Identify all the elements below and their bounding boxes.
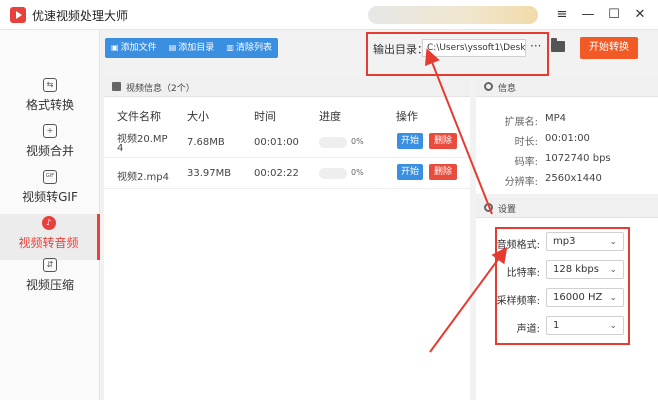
swap-icon: ⇆ [43, 78, 57, 92]
app-title: 优速视频处理大师 [32, 9, 129, 23]
maximize-button[interactable]: ☐ [604, 5, 624, 25]
start-button[interactable]: 开始 [397, 133, 423, 149]
sidebar-item-label: 视频压缩 [25, 278, 74, 292]
sidebar-item-label: 视频转音频 [18, 236, 79, 250]
file-name: 视频20.MP [117, 134, 168, 145]
info-resolution-value: 2560x1440 [545, 173, 602, 184]
column-header-progress: 进度 [319, 110, 341, 123]
audio-format-select[interactable]: mp3 ⌄ [546, 232, 624, 251]
menu-icon[interactable]: ≡ [552, 5, 572, 25]
title-bar: 优速视频处理大师 ≡ — ☐ ✕ [0, 0, 658, 30]
file-panel-header: 视频信息（2个） [104, 77, 470, 97]
blurred-header-region [368, 6, 538, 24]
output-dir-label: 输出目录： [373, 43, 428, 56]
sample-rate-select[interactable]: 16000 HZ ⌄ [546, 288, 624, 307]
delete-button[interactable]: 删除 [429, 164, 457, 180]
delete-button[interactable]: 删除 [429, 133, 457, 149]
channel-value: 1 [553, 320, 560, 331]
close-button[interactable]: ✕ [630, 5, 650, 25]
info-panel-header: 信息 [476, 77, 658, 97]
sidebar-item-video-to-audio[interactable]: ♪ 视频转音频 [0, 214, 100, 260]
progress-percent: 0% [351, 168, 364, 177]
add-file-label: 添加文件 [120, 43, 157, 53]
table-row[interactable]: 视频2.mp4 33.97MB 00:02:22 0% 开始 删除 [104, 158, 470, 189]
file-duration: 00:02:22 [254, 168, 299, 179]
add-file-icon: ▣ [111, 43, 119, 52]
column-header-time: 时间 [254, 110, 276, 123]
clear-list-button[interactable]: ▥ 清除列表 [220, 38, 278, 58]
start-button[interactable]: 开始 [397, 164, 423, 180]
info-ext-label: 扩展名: [504, 117, 538, 128]
column-header-size: 大小 [187, 110, 209, 123]
bitrate-value: 128 kbps [553, 264, 599, 275]
image-icon [112, 82, 121, 91]
sample-rate-label: 采样频率: [496, 296, 540, 307]
trash-icon: ▥ [226, 43, 234, 52]
sidebar-item-label: 视频合并 [25, 144, 74, 158]
file-name: 视频2.mp4 [117, 172, 169, 183]
gear-icon [484, 82, 493, 91]
progress-bar [319, 137, 347, 148]
bitrate-label: 比特率: [506, 268, 540, 279]
clear-list-label: 清除列表 [235, 43, 272, 53]
file-name-continued: 4 [117, 143, 124, 154]
output-dir-input[interactable]: C:\Users\yssoft1\Desktop [422, 39, 526, 57]
sample-rate-value: 16000 HZ [553, 292, 603, 303]
chevron-down-icon: ⌄ [609, 265, 617, 275]
merge-icon: + [43, 124, 57, 138]
add-directory-button[interactable]: ▤ 添加目录 [163, 38, 221, 58]
audio-format-value: mp3 [553, 236, 576, 247]
gear-icon [484, 203, 493, 212]
file-size: 33.97MB [187, 168, 232, 179]
audio-format-label: 音频格式: [496, 240, 540, 251]
add-directory-label: 添加目录 [178, 43, 215, 53]
start-convert-button[interactable]: 开始转换 [580, 37, 638, 59]
file-duration: 00:01:00 [254, 137, 299, 148]
sidebar: ⇆ 格式转换 + 视频合并 GIF 视频转GIF ♪ 视频转音频 ⇵ 视频压缩 [0, 30, 100, 400]
table-row[interactable]: 视频20.MP 4 7.68MB 00:01:00 0% 开始 删除 [104, 127, 470, 158]
more-options-button[interactable]: ··· [530, 39, 541, 53]
add-file-button[interactable]: ▣ 添加文件 [105, 38, 163, 58]
column-header-name: 文件名称 [117, 110, 161, 123]
info-resolution-label: 分辨率: [504, 177, 538, 188]
bitrate-select[interactable]: 128 kbps ⌄ [546, 260, 624, 279]
sidebar-item-label: 视频转GIF [22, 190, 78, 204]
settings-panel-header: 设置 [476, 198, 658, 218]
info-ext-value: MP4 [545, 113, 567, 124]
audio-icon: ♪ [41, 216, 56, 230]
file-toolbar: ▣ 添加文件 ▤ 添加目录 ▥ 清除列表 [105, 38, 278, 58]
sidebar-item-video-compress[interactable]: ⇵ 视频压缩 [0, 256, 100, 302]
file-size: 7.68MB [187, 137, 225, 148]
channel-label: 声道: [516, 324, 540, 335]
sidebar-item-video-merge[interactable]: + 视频合并 [0, 122, 100, 168]
chevron-down-icon: ⌄ [609, 237, 617, 247]
chevron-down-icon: ⌄ [609, 321, 617, 331]
add-folder-icon: ▤ [168, 43, 177, 52]
info-duration-value: 00:01:00 [545, 133, 590, 144]
app-logo-icon [10, 7, 26, 23]
gif-icon: GIF [43, 170, 57, 184]
compress-icon: ⇵ [43, 258, 57, 272]
sidebar-item-label: 格式转换 [25, 98, 74, 112]
info-bitrate-value: 1072740 bps [545, 153, 611, 164]
info-bitrate-label: 码率: [514, 157, 538, 168]
chevron-down-icon: ⌄ [609, 293, 617, 303]
file-list-panel: 视频信息（2个） 文件名称 大小 时间 进度 操作 视频20.MP 4 7.68… [104, 77, 470, 400]
progress-percent: 0% [351, 137, 364, 146]
sidebar-item-video-to-gif[interactable]: GIF 视频转GIF [0, 168, 100, 214]
settings-panel-title: 设置 [498, 205, 517, 215]
column-header-action: 操作 [396, 110, 418, 123]
folder-icon[interactable] [551, 38, 565, 52]
progress-bar [319, 168, 347, 179]
info-duration-label: 时长: [514, 137, 538, 148]
channel-select[interactable]: 1 ⌄ [546, 316, 624, 335]
file-panel-title: 视频信息（2个） [126, 84, 195, 94]
sidebar-item-format-convert[interactable]: ⇆ 格式转换 [0, 76, 100, 122]
info-panel-title: 信息 [498, 84, 517, 94]
minimize-button[interactable]: — [578, 5, 598, 25]
